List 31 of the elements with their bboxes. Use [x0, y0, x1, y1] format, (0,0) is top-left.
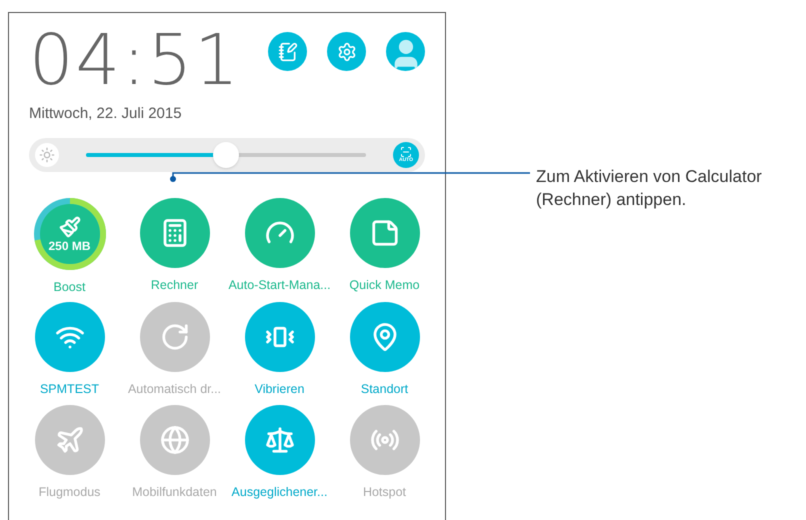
tile-label: Mobilfunkdaten [132, 484, 217, 501]
tile-label: Auto-Start-Mana... [228, 276, 331, 294]
tile-label: Boost [54, 278, 86, 296]
boost-button[interactable]: 250 MB [34, 198, 106, 270]
tile-label: Automatisch dr... [128, 381, 222, 398]
globe-icon [160, 425, 190, 455]
callout-text: Zum Aktivieren von Calculator (Rechner) antippen. [536, 166, 763, 211]
rotate-icon [160, 322, 190, 352]
tile-label: Hotspot [362, 484, 406, 501]
date-text: Mittwoch, 22. Juli 2015 [29, 104, 183, 124]
tile-label: Flugmodus [38, 484, 100, 501]
notebook-pen-icon [278, 42, 298, 62]
edit-notes-button[interactable] [268, 32, 307, 71]
airplane-icon [54, 425, 84, 455]
memory-amount: 250 MB [48, 240, 91, 252]
tile-label: Rechner [150, 276, 198, 294]
balance-scale-icon [264, 425, 294, 455]
tile-label: Vibrieren [254, 381, 304, 398]
settings-icon [336, 42, 356, 62]
tile-label: Ausgeglichener... [232, 484, 328, 501]
brightness-icon [39, 146, 55, 162]
slider-thumb[interactable] [213, 142, 239, 168]
tile-label: Standort [360, 381, 408, 398]
settings-button[interactable] [327, 32, 366, 71]
brush-icon [58, 216, 80, 238]
screen-icon [400, 146, 412, 158]
tile-label: Quick Memo [349, 276, 420, 294]
profile-avatar[interactable] [386, 32, 425, 71]
tile-label: SPMTEST [40, 381, 100, 398]
note-icon [370, 218, 400, 248]
clock-time: 04:51 [29, 25, 241, 95]
